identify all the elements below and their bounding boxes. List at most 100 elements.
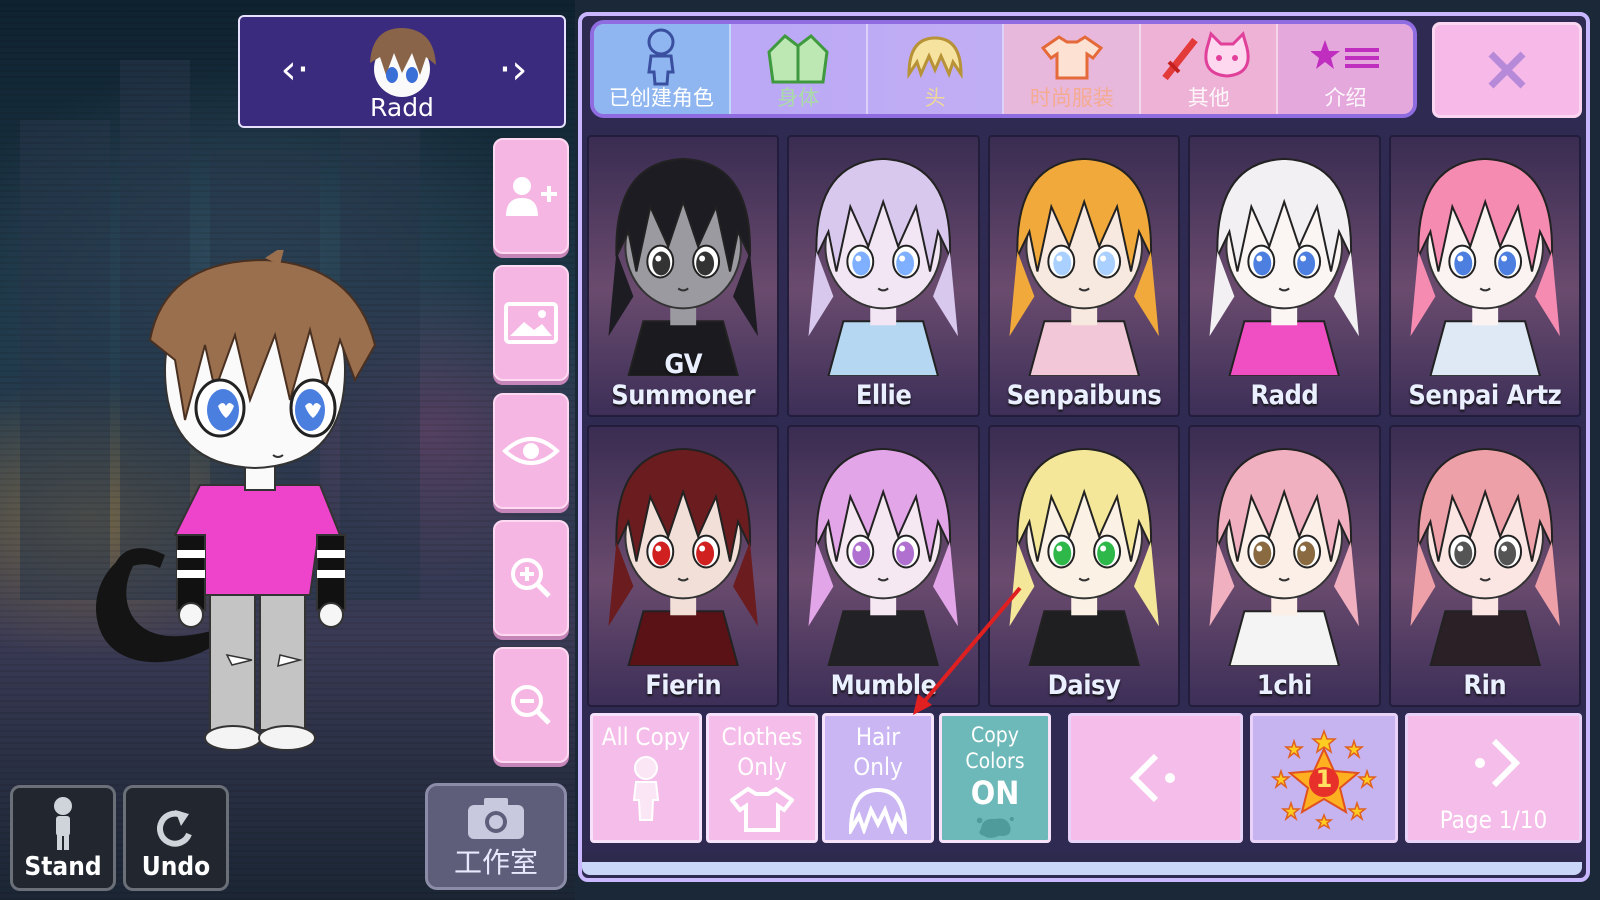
hair-only-button[interactable]: Hair Only xyxy=(822,713,934,843)
background-button[interactable] xyxy=(493,265,569,381)
tab-label: 其他 xyxy=(1187,86,1230,110)
pose-figure-icon xyxy=(54,797,72,850)
tab-label: 已创建角色 xyxy=(608,86,714,110)
character-portrait xyxy=(808,157,959,377)
tab-label: 身体 xyxy=(777,86,820,110)
all-copy-button[interactable]: All Copy xyxy=(590,713,702,843)
page-badge: 1 xyxy=(1250,713,1398,843)
character-silhouette-icon xyxy=(647,28,676,86)
selected-character-name: Radd xyxy=(370,93,434,122)
character-name: Senpaibuns xyxy=(1006,380,1162,411)
category-tabs: 已创建角色 身体 头 时尚服装 其他 介绍 xyxy=(590,20,1417,118)
hair-icon xyxy=(907,36,963,79)
undo-label: Undo xyxy=(141,852,211,882)
character-portrait xyxy=(1410,447,1560,667)
studio-button[interactable]: 工作室 xyxy=(425,783,567,890)
zoom-in-button[interactable] xyxy=(493,520,569,636)
next-character-button[interactable]: ·› xyxy=(488,45,538,95)
body-silhouette-icon xyxy=(632,756,660,821)
stand-button[interactable]: Stand xyxy=(10,785,116,891)
preset-character-card[interactable]: Mumble xyxy=(787,425,980,707)
eye-icon xyxy=(502,437,560,465)
image-icon xyxy=(504,302,558,344)
stand-label: Stand xyxy=(24,852,102,882)
chevron-right-icon xyxy=(1474,738,1520,788)
preset-character-card[interactable]: Radd xyxy=(1188,135,1381,417)
sword-cat-icon xyxy=(1161,31,1250,81)
preset-character-card[interactable]: Daisy xyxy=(987,425,1181,707)
paint-splash-icon xyxy=(976,816,1014,838)
panel-bottom-strip xyxy=(582,853,1582,875)
zoom-out-icon xyxy=(511,685,551,725)
tab-label: 头 xyxy=(924,86,946,110)
chevron-left-icon xyxy=(1129,753,1175,803)
character-portrait xyxy=(608,447,758,667)
preset-character-card[interactable]: Ellie xyxy=(787,135,980,417)
character-name: Rin xyxy=(1463,670,1507,701)
tshirt-icon xyxy=(1040,35,1103,80)
preset-character-card[interactable]: Rin xyxy=(1388,425,1581,707)
character-selector: ‹· ·› Radd xyxy=(238,15,566,128)
page-indicator: Page 1/10 xyxy=(1439,806,1548,834)
character-portrait xyxy=(1009,157,1159,377)
hide-ui-button[interactable] xyxy=(493,393,569,509)
clothes-only-button[interactable]: Clothes Only xyxy=(706,713,818,843)
undo-button[interactable]: Undo xyxy=(123,785,229,891)
chevron-left-icon: ‹· xyxy=(280,47,310,93)
character-preview[interactable] xyxy=(55,250,455,770)
character-portrait xyxy=(1209,157,1360,377)
tshirt-icon xyxy=(730,786,794,832)
character-name: Daisy xyxy=(1047,670,1121,701)
tab-head[interactable]: 头 xyxy=(868,24,1005,114)
camera-icon xyxy=(468,798,524,839)
tab-label: 介绍 xyxy=(1324,86,1367,110)
character-portrait xyxy=(808,447,959,667)
preset-character-card[interactable]: Fierin xyxy=(587,425,780,707)
character-name: GV Summoner xyxy=(611,349,756,411)
copy-colors-toggle[interactable]: Copy Colors ON xyxy=(939,713,1051,843)
character-portrait xyxy=(1209,447,1360,667)
star-list-icon xyxy=(1310,40,1379,69)
preset-character-card[interactable]: Senpai Artz xyxy=(1388,135,1581,417)
character-portrait xyxy=(1009,447,1159,667)
tab-intro[interactable]: 介绍 xyxy=(1278,24,1413,114)
add-character-button[interactable] xyxy=(493,138,569,254)
preset-character-card[interactable]: GV Summoner xyxy=(587,135,780,417)
character-portrait xyxy=(1410,157,1560,377)
zoom-out-button[interactable] xyxy=(493,647,569,763)
chevron-right-icon: ·› xyxy=(498,47,528,93)
all-copy-label: All Copy xyxy=(601,723,691,751)
close-button[interactable] xyxy=(1432,22,1582,118)
previous-character-button[interactable]: ‹· xyxy=(270,45,320,95)
add-user-icon xyxy=(506,177,557,216)
preset-character-card[interactable]: Senpaibuns xyxy=(987,135,1181,417)
character-portrait xyxy=(608,157,758,377)
tab-label: 时尚服装 xyxy=(1029,86,1114,110)
tab-created-characters[interactable]: 已创建角色 xyxy=(594,24,731,114)
close-icon xyxy=(1488,51,1526,89)
preset-character-grid: GV Summoner Ellie Senpaibuns Radd Senpai Art… xyxy=(587,135,1581,707)
character-name: Senpai Artz xyxy=(1408,380,1562,411)
page-badge-number: 1 xyxy=(1315,765,1333,793)
character-name: Ellie xyxy=(855,380,912,411)
character-name: Mumble xyxy=(830,670,937,701)
undo-icon xyxy=(156,810,192,847)
previous-page-button[interactable] xyxy=(1068,713,1243,843)
copy-colors-label: Copy Colors xyxy=(965,723,1025,773)
character-name: Fierin xyxy=(645,670,722,701)
background-scene xyxy=(0,0,575,900)
jacket-icon xyxy=(767,34,829,84)
hair-only-label: Hair Only xyxy=(853,723,903,781)
preset-character-card[interactable]: 1chi xyxy=(1188,425,1381,707)
tab-other[interactable]: 其他 xyxy=(1141,24,1279,114)
studio-label: 工作室 xyxy=(453,846,538,879)
character-head-icon xyxy=(370,28,436,97)
character-name: 1chi xyxy=(1256,670,1312,701)
next-page-button[interactable]: Page 1/10 xyxy=(1405,713,1582,843)
clothes-only-label: Clothes Only xyxy=(721,723,803,781)
character-name: Radd xyxy=(1250,380,1319,411)
tab-fashion[interactable]: 时尚服装 xyxy=(1004,24,1142,114)
tab-body[interactable]: 身体 xyxy=(731,24,868,114)
hair-icon xyxy=(848,787,908,834)
copy-colors-state: ON xyxy=(970,774,1020,812)
